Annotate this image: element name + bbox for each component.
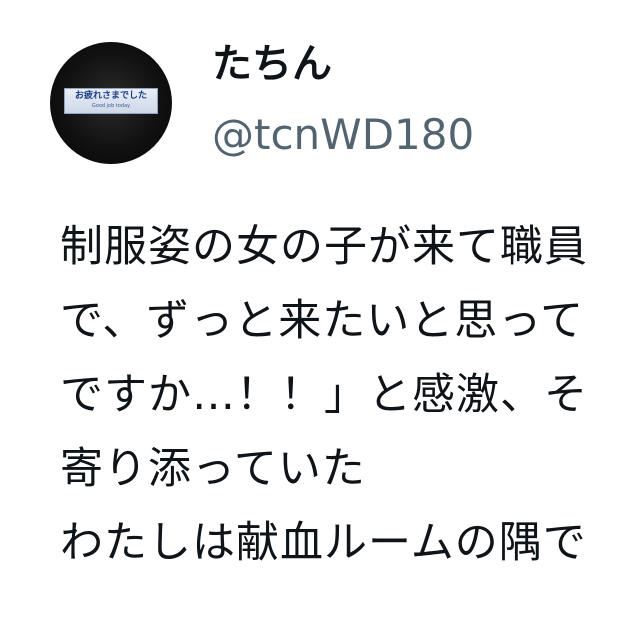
tweet-text-line: 寄り添っていた bbox=[60, 444, 366, 494]
tweet-text-line: 制服姿の女の子が来て職員 bbox=[60, 222, 588, 272]
display-name[interactable]: たちん bbox=[212, 34, 332, 94]
avatar-sign-text: お疲れさまでした bbox=[74, 91, 147, 101]
tweet-screenshot: お疲れさまでした Good job today たちん @tcnWD180 制服… bbox=[0, 0, 640, 640]
tweet-text-line: ですか…！！」と感激、そ bbox=[60, 370, 588, 420]
tweet-text-line: で、ずっと来たいと思って bbox=[60, 296, 585, 346]
avatar-sign-subtext: Good job today bbox=[91, 103, 131, 109]
avatar-sign-image: お疲れさまでした Good job today bbox=[64, 88, 158, 114]
tweet-text-line: わたしは献血ルームの隅で bbox=[60, 518, 587, 568]
tweet-text: 制服姿の女の子が来て職員 で、ずっと来たいと思って ですか…！！」と感激、そ 寄… bbox=[60, 210, 640, 580]
user-handle[interactable]: @tcnWD180 bbox=[212, 106, 474, 164]
avatar[interactable]: お疲れさまでした Good job today bbox=[50, 42, 172, 164]
